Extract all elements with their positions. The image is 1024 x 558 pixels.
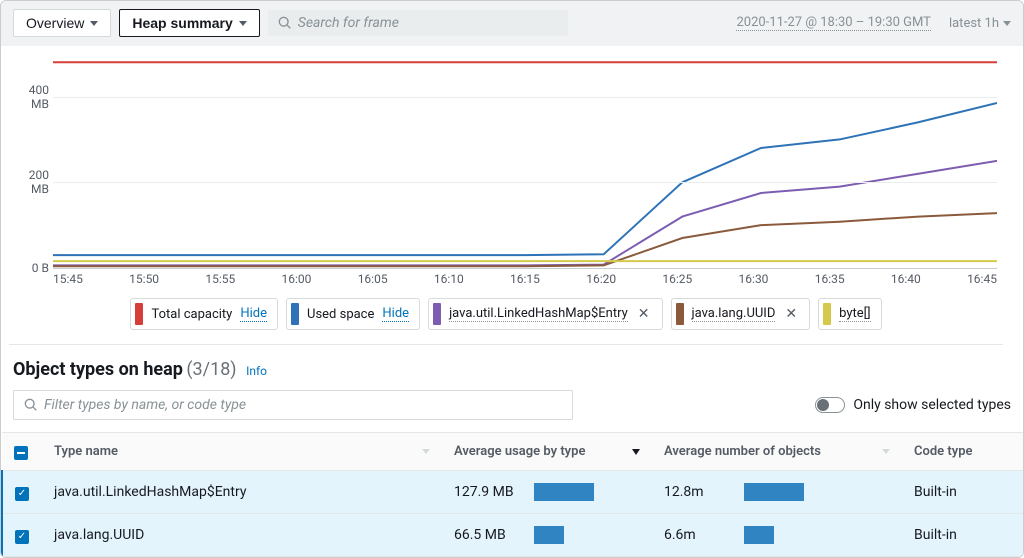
- heap-summary-label: Heap summary: [132, 15, 232, 31]
- section-count: (3/18): [186, 359, 236, 380]
- legend-total-capacity[interactable]: Total capacity Hide: [130, 298, 278, 330]
- x-tick-label: 16:25: [662, 272, 692, 286]
- x-tick-label: 16:40: [891, 272, 921, 286]
- y-tick-label: 0 B: [9, 261, 49, 275]
- heap-summary-button[interactable]: Heap summary: [119, 9, 259, 37]
- filter-row: Filter types by name, or code type Only …: [1, 390, 1023, 432]
- toggle-label: Only show selected types: [853, 397, 1011, 413]
- row-checkbox[interactable]: [15, 530, 29, 544]
- col-type-name[interactable]: Type name: [54, 444, 118, 459]
- x-tick-label: 16:10: [434, 272, 464, 286]
- close-icon[interactable]: ✕: [636, 307, 652, 321]
- x-tick-label: 15:50: [129, 272, 159, 286]
- toggle-selected-only[interactable]: Only show selected types: [815, 397, 1011, 413]
- cell-code-type: Built-in: [902, 514, 1023, 557]
- filter-input[interactable]: Filter types by name, or code type: [13, 390, 573, 420]
- legend-label: Total capacity: [151, 307, 232, 322]
- objects-bar: [744, 483, 804, 501]
- toolbar: Overview Heap summary Search for frame 2…: [1, 1, 1023, 46]
- x-tick-label: 15:45: [53, 272, 83, 286]
- legend-label: java.lang.UUID: [692, 306, 776, 322]
- overview-button[interactable]: Overview: [13, 9, 111, 37]
- y-tick-label: 200 MB: [9, 168, 49, 196]
- caret-down-icon: [90, 21, 98, 26]
- time-range[interactable]: 2020-11-27 @ 18:30 – 19:30 GMT: [736, 15, 931, 31]
- x-tick-label: 16:20: [586, 272, 616, 286]
- table-row[interactable]: java.lang.UUID66.5 MB6.6mBuilt-in: [2, 514, 1023, 557]
- swatch-icon: [291, 303, 299, 325]
- y-tick-label: 400 MB: [9, 83, 49, 111]
- x-tick-label: 16:35: [815, 272, 845, 286]
- object-types-table: Type name Average usage by type Average …: [1, 432, 1023, 557]
- cell-type-name: java.util.LinkedHashMap$Entry: [42, 471, 442, 514]
- legend-linkedhashmap[interactable]: java.util.LinkedHashMap$Entry ✕: [428, 298, 662, 330]
- cell-avg-usage: 127.9 MB: [442, 471, 652, 514]
- chart-region: 0 B200 MB400 MB 15:4515:5015:5516:0016:0…: [1, 46, 1023, 345]
- info-link[interactable]: Info: [246, 364, 267, 378]
- swatch-icon: [823, 303, 831, 325]
- sort-icon[interactable]: [882, 449, 890, 454]
- table-row[interactable]: java.util.LinkedHashMap$Entry127.9 MB12.…: [2, 471, 1023, 514]
- sort-icon[interactable]: [422, 449, 430, 454]
- x-tick-label: 16:00: [282, 272, 312, 286]
- col-avg-objects[interactable]: Average number of objects: [664, 444, 821, 459]
- x-tick-label: 16:05: [358, 272, 388, 286]
- section-header: Object types on heap (3/18) Info: [1, 345, 1023, 390]
- usage-bar: [534, 483, 594, 501]
- toggle-icon: [815, 397, 845, 413]
- search-placeholder: Search for frame: [298, 15, 399, 31]
- caret-down-icon: [239, 21, 247, 26]
- usage-bar: [534, 526, 564, 544]
- heap-chart[interactable]: 0 B200 MB400 MB: [53, 58, 997, 268]
- row-checkbox[interactable]: [15, 487, 29, 501]
- search-input[interactable]: Search for frame: [268, 10, 568, 36]
- x-tick-label: 16:30: [739, 272, 769, 286]
- chart-xaxis: 15:45 15:50 15:55 16:00 16:05 16:10 16:15 16:20…: [53, 268, 997, 286]
- select-all-checkbox[interactable]: [14, 446, 28, 460]
- search-icon: [24, 398, 38, 412]
- cell-type-name: java.lang.UUID: [42, 514, 442, 557]
- chart-plot-svg: [53, 58, 997, 268]
- cell-avg-objects: 12.8m: [652, 471, 902, 514]
- legend-label: byte[]: [839, 306, 870, 322]
- x-tick-label: 16:15: [510, 272, 540, 286]
- latest-label: latest 1h: [949, 16, 999, 31]
- swatch-icon: [433, 303, 441, 325]
- chart-legend: Total capacity Hide Used space Hide java…: [9, 286, 1003, 345]
- col-avg-usage[interactable]: Average usage by type: [454, 444, 585, 459]
- cell-avg-objects: 6.6m: [652, 514, 902, 557]
- legend-label: Used space: [307, 307, 374, 322]
- sort-icon[interactable]: [632, 449, 640, 455]
- legend-bytes[interactable]: byte[]: [818, 298, 881, 330]
- cell-code-type: Built-in: [902, 471, 1023, 514]
- x-tick-label: 16:45: [967, 272, 997, 286]
- x-tick-label: 15:55: [205, 272, 235, 286]
- legend-used-space[interactable]: Used space Hide: [286, 298, 420, 330]
- close-icon[interactable]: ✕: [783, 307, 799, 321]
- cell-avg-usage: 66.5 MB: [442, 514, 652, 557]
- hide-link[interactable]: Hide: [382, 306, 409, 322]
- overview-label: Overview: [26, 15, 84, 31]
- objects-bar: [744, 526, 774, 544]
- legend-label: java.util.LinkedHashMap$Entry: [449, 306, 628, 322]
- swatch-icon: [135, 303, 143, 325]
- col-code-type[interactable]: Code type: [902, 433, 1023, 471]
- filter-placeholder: Filter types by name, or code type: [44, 397, 246, 413]
- swatch-icon: [676, 303, 684, 325]
- caret-down-icon: [1003, 21, 1011, 26]
- hide-link[interactable]: Hide: [240, 306, 267, 322]
- search-icon: [278, 16, 292, 30]
- section-title: Object types on heap: [13, 359, 183, 380]
- latest-range-button[interactable]: latest 1h: [949, 16, 1011, 31]
- legend-uuid[interactable]: java.lang.UUID ✕: [671, 298, 811, 330]
